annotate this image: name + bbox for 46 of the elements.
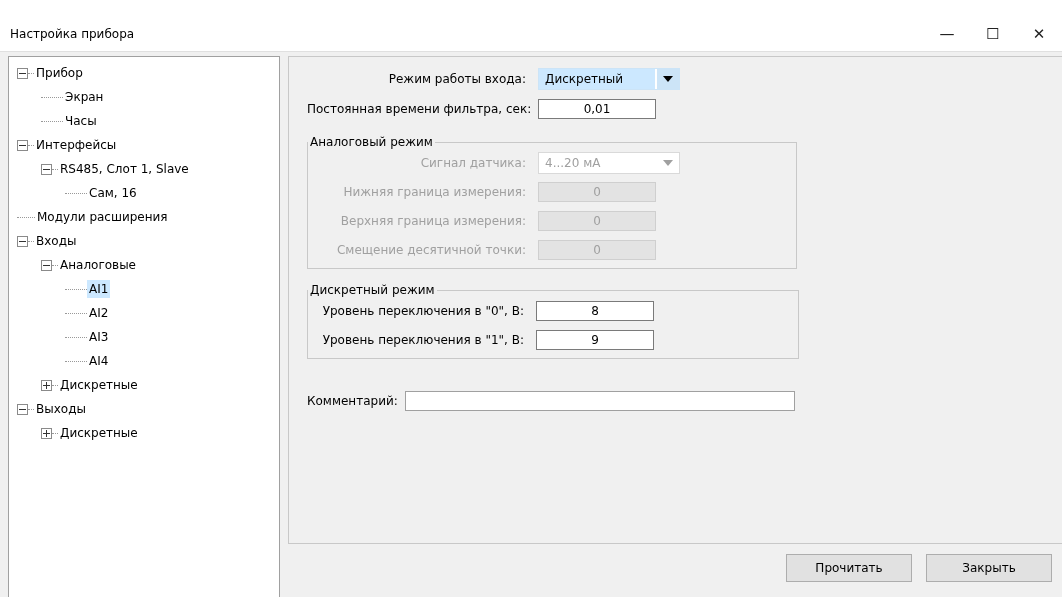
field-label: Уровень переключения в "1", В: — [321, 333, 524, 347]
minimize-button[interactable]: — — [924, 19, 970, 49]
field-label: Нижняя граница измерения: — [342, 185, 526, 199]
field-label: Сигнал датчика: — [419, 156, 526, 170]
expand-icon[interactable] — [41, 427, 52, 439]
tree-item[interactable]: AI3 — [87, 328, 111, 346]
read-button[interactable]: Прочитать — [786, 554, 912, 582]
tree-item[interactable]: Экран — [63, 88, 106, 106]
tree-item[interactable]: Модули расширения — [35, 208, 170, 226]
tree-item[interactable]: Аналоговые — [58, 256, 138, 274]
group-title: Аналоговый режим — [309, 135, 434, 149]
collapse-icon[interactable] — [41, 259, 52, 271]
field-label: Режим работы входа: — [387, 72, 526, 86]
field-label: Смещение десятичной точки: — [335, 243, 526, 257]
input-field[interactable]: 9 — [536, 330, 654, 350]
maximize-button[interactable]: ☐ — [970, 19, 1016, 49]
collapse-icon[interactable] — [17, 139, 28, 151]
tree-item[interactable]: Прибор — [34, 64, 85, 82]
comment-field[interactable] — [405, 391, 795, 411]
tree-item[interactable]: AI4 — [87, 352, 111, 370]
tree-item[interactable]: Дискретные — [58, 376, 140, 394]
dropdown[interactable]: Дискретный — [538, 68, 680, 90]
tree-item[interactable]: Выходы — [34, 400, 88, 418]
input-field[interactable]: 0,01 — [538, 99, 656, 119]
tree-item[interactable]: RS485, Слот 1, Slave — [58, 160, 191, 178]
tree-item[interactable]: Входы — [34, 232, 79, 250]
field-label: Уровень переключения в "0", В: — [321, 304, 524, 318]
expand-icon[interactable] — [41, 379, 52, 391]
tree-item[interactable]: Интерфейсы — [34, 136, 119, 154]
tree-item[interactable]: AI2 — [87, 304, 111, 322]
collapse-icon[interactable] — [41, 163, 52, 175]
close-dialog-button[interactable]: Закрыть — [926, 554, 1052, 582]
caret-icon — [663, 160, 673, 166]
window-title: Настройка прибора — [10, 27, 135, 41]
input-field[interactable]: 8 — [536, 301, 654, 321]
close-button[interactable]: ✕ — [1016, 19, 1062, 49]
collapse-icon[interactable] — [17, 235, 28, 247]
caret-icon — [663, 76, 673, 82]
collapse-icon[interactable] — [17, 403, 28, 415]
tree-item[interactable]: Дискретные — [58, 424, 140, 442]
tree-item[interactable]: AI1 — [87, 280, 111, 298]
tree-item[interactable]: Часы — [63, 112, 99, 130]
field-label: Верхняя граница измерения: — [339, 214, 526, 228]
collapse-icon[interactable] — [17, 67, 28, 79]
group-title: Дискретный режим — [309, 283, 436, 297]
tree-item[interactable]: Сам, 16 — [87, 184, 139, 202]
